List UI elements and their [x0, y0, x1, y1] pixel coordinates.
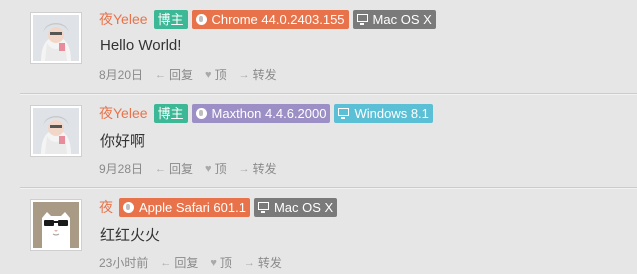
browser-badge: Maxthon 4.4.6.2000	[191, 103, 331, 123]
comment-time: 9月28日	[99, 162, 144, 176]
reply-arrow-icon: ←	[155, 162, 167, 175]
os-badge: Mac OS X	[253, 197, 338, 217]
browser-badge: Apple Safari 601.1	[119, 197, 250, 217]
owner-badge: 博主	[153, 103, 188, 123]
cat-sunglasses-avatar-icon	[33, 202, 79, 248]
avatar-photo-icon	[33, 15, 79, 61]
reply-label: 回复	[169, 68, 194, 82]
forward-arrow-icon: →	[243, 256, 255, 269]
comment-actions: 9月28日 ← 回复 ♥ 顶 → 转发	[99, 160, 277, 177]
like-label: 顶	[219, 256, 232, 270]
comment-time: 23小时前	[99, 256, 149, 270]
forward-label: 转发	[252, 162, 277, 176]
comment-actions: 23小时前 ← 回复 ♥ 顶 → 转发	[99, 254, 282, 271]
browser-label: Maxthon 4.4.6.2000	[211, 105, 327, 121]
os-label: Mac OS X	[372, 11, 432, 27]
globe-icon	[195, 13, 207, 25]
like-button[interactable]: ♥ 顶	[205, 160, 227, 177]
globe-icon	[195, 107, 207, 119]
monitor-icon	[356, 14, 368, 25]
heart-icon: ♥	[205, 68, 212, 81]
os-label: Windows 8.1	[354, 105, 429, 121]
comment-item: 夜 Apple Safari 601.1 Mac OS X 红红火火 23小时前…	[0, 188, 637, 274]
comment-meta: 夜 Apple Safari 601.1 Mac OS X	[99, 197, 341, 217]
reply-button[interactable]: ← 回复	[155, 66, 193, 83]
forward-button[interactable]: → 转发	[239, 160, 277, 177]
forward-arrow-icon: →	[238, 162, 250, 175]
comment-meta: 夜Yelee 博主 Chrome 44.0.2403.155 Mac OS X	[99, 9, 440, 29]
os-badge: Mac OS X	[352, 9, 436, 29]
author-name[interactable]: 夜	[99, 197, 113, 217]
monitor-icon	[338, 108, 350, 119]
like-button[interactable]: ♥ 顶	[210, 254, 232, 271]
like-label: 顶	[214, 68, 227, 82]
forward-button[interactable]: → 转发	[239, 66, 277, 83]
comment-text: 红红火火	[100, 227, 161, 244]
comment-time: 8月20日	[99, 68, 144, 82]
heart-icon: ♥	[210, 256, 217, 269]
owner-badge: 博主	[153, 9, 188, 29]
like-label: 顶	[214, 162, 227, 176]
forward-label: 转发	[257, 256, 282, 270]
forward-arrow-icon: →	[238, 68, 250, 81]
user-avatar[interactable]	[30, 12, 82, 64]
comment-text: 你好啊	[100, 133, 146, 150]
like-button[interactable]: ♥ 顶	[205, 66, 227, 83]
os-label: Mac OS X	[273, 199, 334, 215]
comment-actions: 8月20日 ← 回复 ♥ 顶 → 转发	[99, 66, 277, 83]
os-badge: Windows 8.1	[334, 103, 433, 123]
avatar-photo-icon	[33, 108, 79, 154]
reply-button[interactable]: ← 回复	[160, 254, 198, 271]
author-name[interactable]: 夜Yelee	[99, 9, 148, 29]
comment-item: 夜Yelee 博主 Chrome 44.0.2403.155 Mac OS X …	[0, 0, 637, 94]
forward-label: 转发	[252, 68, 277, 82]
comment-meta: 夜Yelee 博主 Maxthon 4.4.6.2000 Windows 8.1	[99, 103, 437, 123]
comment-text: Hello World!	[100, 37, 182, 54]
reply-button[interactable]: ← 回复	[155, 160, 193, 177]
monitor-icon	[257, 202, 269, 213]
reply-label: 回复	[169, 162, 194, 176]
browser-label: Apple Safari 601.1	[139, 199, 246, 215]
reply-label: 回复	[174, 256, 199, 270]
user-avatar[interactable]	[30, 199, 82, 251]
heart-icon: ♥	[205, 162, 212, 175]
forward-button[interactable]: → 转发	[244, 254, 282, 271]
reply-arrow-icon: ←	[160, 256, 172, 269]
comment-list: 夜Yelee 博主 Chrome 44.0.2403.155 Mac OS X …	[0, 0, 637, 274]
browser-badge: Chrome 44.0.2403.155	[191, 9, 349, 29]
user-avatar[interactable]	[30, 105, 82, 157]
author-name[interactable]: 夜Yelee	[99, 103, 148, 123]
browser-label: Chrome 44.0.2403.155	[211, 11, 345, 27]
globe-icon	[123, 201, 134, 213]
reply-arrow-icon: ←	[155, 68, 167, 81]
comment-item: 夜Yelee 博主 Maxthon 4.4.6.2000 Windows 8.1…	[0, 94, 637, 188]
